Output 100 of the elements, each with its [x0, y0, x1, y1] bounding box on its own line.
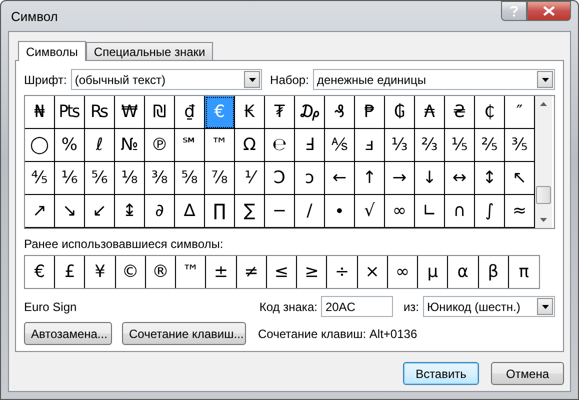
symbol-cell[interactable]: ↔ [445, 162, 475, 195]
recent-symbol-cell[interactable]: ÷ [327, 256, 358, 288]
tab[interactable]: Символы [18, 41, 86, 61]
recent-symbol-cell[interactable]: ≤ [266, 256, 298, 288]
scroll-up-icon[interactable] [540, 102, 547, 106]
recent-symbol-cell[interactable]: £ [55, 256, 86, 288]
symbol-cell[interactable]: № [115, 129, 145, 162]
symbol-cell[interactable]: √ [355, 195, 385, 228]
symbol-cell[interactable]: ₯ [295, 96, 325, 129]
symbol-cell[interactable]: Ↄ [265, 162, 295, 195]
symbol-cell[interactable]: ⅖ [475, 129, 505, 162]
recent-symbol-cell[interactable]: ® [146, 256, 176, 288]
cancel-button[interactable]: Отмена [491, 362, 564, 385]
symbol-cell[interactable]: ⅍ [325, 129, 355, 162]
symbol-cell[interactable]: ₰ [325, 96, 355, 129]
symbol-cell[interactable]: ″ [505, 96, 535, 129]
recent-symbol-cell[interactable]: ™ [176, 256, 206, 288]
recent-symbol-cell[interactable]: ≠ [236, 256, 267, 288]
symbol-cell[interactable]: ₨ [85, 96, 115, 129]
symbol-cell[interactable]: ∂ [145, 195, 175, 228]
symbol-cell[interactable]: ₪ [145, 96, 175, 129]
recent-symbol-cell[interactable]: × [358, 256, 388, 288]
insert-button[interactable]: Вставить [403, 362, 479, 385]
symbol-cell[interactable]: ∟ [415, 195, 445, 228]
symbol-cell[interactable]: Ω [235, 129, 265, 162]
encoding-dropdown[interactable]: Юникод (шестн.) [423, 296, 555, 317]
symbol-cell[interactable]: ∏ [205, 195, 235, 228]
recent-symbol-cell[interactable]: ¥ [85, 256, 116, 288]
symbol-cell[interactable]: ← [325, 162, 355, 195]
recent-symbol-cell[interactable]: μ [418, 256, 448, 288]
symbol-cell[interactable]: ₵ [475, 96, 505, 129]
symbol-cell[interactable]: ℗ [145, 129, 175, 162]
symbol-cell[interactable]: ≈ [505, 195, 535, 228]
symbol-cell[interactable]: ₱ [355, 96, 385, 129]
symbol-cell[interactable]: ↄ [295, 162, 325, 195]
symbol-cell[interactable]: → [385, 162, 415, 195]
recent-symbol-cell[interactable]: ≥ [297, 256, 328, 288]
symbol-cell[interactable]: ↖ [505, 162, 535, 195]
symbol-cell[interactable]: ⅗ [505, 129, 535, 162]
symbol-cell[interactable]: ⅜ [145, 162, 175, 195]
font-dropdown[interactable]: (обычный текст) [70, 69, 262, 90]
symbol-cell[interactable]: ∑ [235, 195, 265, 228]
close-button[interactable] [527, 1, 571, 21]
symbol-cell[interactable]: ⅓ [385, 129, 415, 162]
help-button[interactable] [501, 1, 527, 21]
symbol-cell[interactable]: ₫ [175, 96, 205, 129]
char-code-field[interactable]: 20AC [321, 296, 394, 317]
recent-symbol-cell[interactable]: ∞ [388, 256, 418, 288]
symbol-cell[interactable]: ↕ [475, 162, 505, 195]
subset-dropdown[interactable]: денежные единицы [312, 69, 555, 90]
symbol-cell[interactable]: ∩ [445, 195, 475, 228]
scrollbar-thumb[interactable] [536, 186, 551, 204]
symbol-cell[interactable]: ℓ [85, 129, 115, 162]
symbol-cell[interactable]: ↙ [85, 195, 115, 228]
recent-symbol-cell[interactable]: π [508, 256, 539, 288]
recent-symbol-cell[interactable]: ± [206, 256, 237, 288]
symbol-cell[interactable]: ⅟ [235, 162, 265, 195]
scroll-down-icon[interactable] [540, 218, 547, 222]
symbol-cell[interactable]: ₦ [25, 96, 55, 129]
symbol-cell[interactable]: Ⅎ [295, 129, 325, 162]
symbol-cell[interactable]: ⅙ [55, 162, 85, 195]
symbol-cell[interactable]: ™ [205, 129, 235, 162]
symbol-cell[interactable]: ↑ [355, 162, 385, 195]
symbol-cell[interactable]: ₲ [385, 96, 415, 129]
symbol-cell[interactable]: ∞ [385, 195, 415, 228]
symbol-cell[interactable]: % [55, 129, 85, 162]
symbol-cell[interactable]: ⅎ [355, 129, 385, 162]
recent-symbol-cell[interactable]: © [116, 256, 146, 288]
symbol-cell[interactable]: ⅚ [85, 162, 115, 195]
autocorrect-button[interactable]: Автозамена... [24, 322, 112, 345]
symbol-cell[interactable]: ⅝ [175, 162, 205, 195]
symbol-cell[interactable]: ₧ [55, 96, 85, 129]
symbol-cell[interactable]: ∕ [295, 195, 325, 228]
shortcut-key-button[interactable]: Сочетание клавиш... [122, 322, 246, 345]
symbol-cell[interactable]: ↨ [115, 195, 145, 228]
recent-symbol-cell[interactable]: € [25, 256, 56, 288]
symbol-cell[interactable]: ⅘ [25, 162, 55, 195]
symbol-cell[interactable]: ℠ [175, 129, 205, 162]
symbol-cell[interactable]: ₮ [265, 96, 295, 129]
dropdown-button[interactable] [244, 71, 260, 88]
dropdown-button[interactable] [537, 71, 553, 88]
symbol-cell[interactable]: ₩ [115, 96, 145, 129]
symbol-cell[interactable]: ℮ [265, 129, 295, 162]
symbol-cell[interactable]: ⅔ [415, 129, 445, 162]
recent-symbol-cell[interactable]: α [448, 256, 479, 288]
symbol-cell[interactable]: ⅞ [205, 162, 235, 195]
symbol-cell[interactable]: ↓ [415, 162, 445, 195]
recent-symbol-cell[interactable]: β [478, 256, 509, 288]
symbol-cell[interactable]: ₳ [415, 96, 445, 129]
symbol-cell[interactable]: − [265, 195, 295, 228]
symbol-cell[interactable]: ₭ [235, 96, 265, 129]
symbol-cell[interactable]: ∆ [175, 195, 205, 228]
dropdown-button[interactable] [537, 298, 553, 315]
symbol-cell[interactable]: ⅛ [115, 162, 145, 195]
tab[interactable]: Специальные знаки [86, 42, 214, 60]
symbol-cell[interactable]: ↘ [55, 195, 85, 228]
symbol-cell[interactable]: ⅕ [445, 129, 475, 162]
symbol-cell[interactable]: ∙ [325, 195, 355, 228]
symbol-cell[interactable]: ∫ [475, 195, 505, 228]
symbol-cell[interactable]: ◯ [25, 129, 55, 162]
